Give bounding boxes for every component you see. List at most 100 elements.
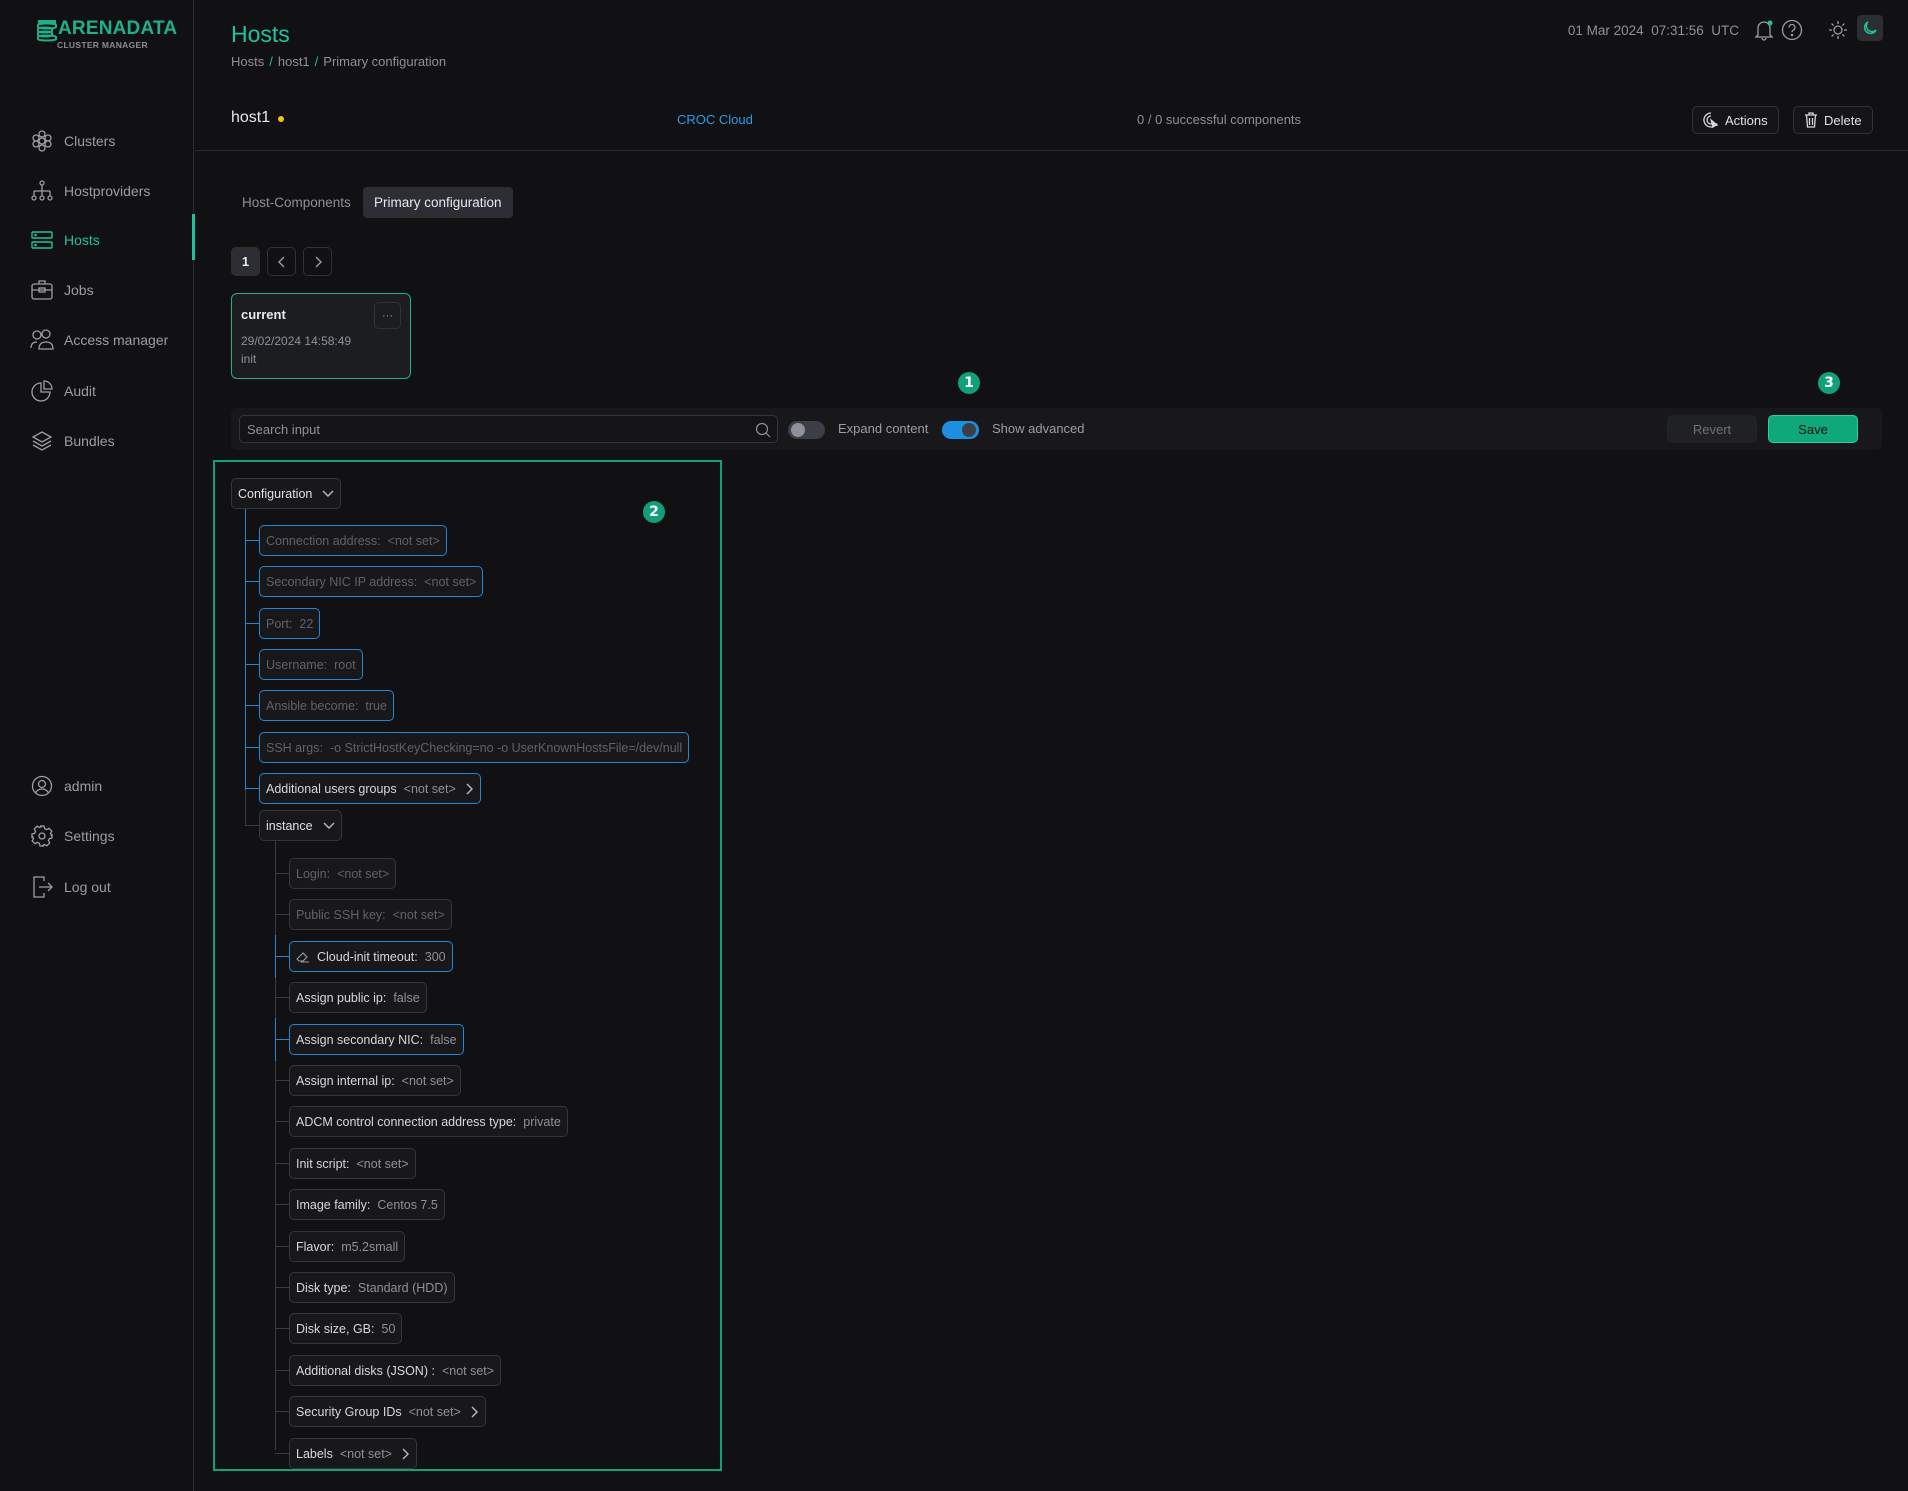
header-divider [195, 150, 1908, 151]
expand-content-toggle[interactable] [788, 421, 825, 439]
field-label: Username: [266, 657, 328, 672]
config-field-ansible-become[interactable]: Ansible become: true [259, 690, 394, 721]
actions-button[interactable]: Actions [1692, 106, 1779, 134]
sidebar-item-label: Hosts [64, 232, 100, 248]
config-version-card[interactable]: current 29/02/2024 14:58:49 init ··· [231, 293, 411, 379]
host-name-text: host1 [231, 109, 271, 126]
sidebar-item-audit[interactable]: Audit [0, 373, 194, 409]
prev-page-button[interactable] [267, 247, 296, 276]
search-input[interactable] [240, 416, 777, 442]
more-options-button[interactable]: ··· [374, 302, 401, 329]
field-value: <not set> [392, 907, 445, 922]
hostprovider-link[interactable]: CROC Cloud [677, 112, 753, 127]
sidebar-item-bundles[interactable]: Bundles [0, 423, 194, 459]
sidebar-item-hosts[interactable]: Hosts [0, 214, 195, 260]
config-field-public-ssh-key[interactable]: Public SSH key: <not set> [289, 899, 452, 930]
sidebar-item-jobs[interactable]: Jobs [0, 272, 194, 308]
breadcrumb: Hosts / host1 / Primary configuration [231, 54, 446, 69]
sidebar-item-label: Bundles [64, 433, 115, 449]
config-field-login[interactable]: Login: <not set> [289, 858, 397, 889]
field-label: Ansible become: [266, 698, 359, 713]
config-field-port[interactable]: Port: 22 [259, 608, 321, 639]
config-field-connection-address[interactable]: Connection address: <not set> [259, 525, 447, 556]
field-value: <not set> [339, 1446, 392, 1461]
config-field-ssh-args[interactable]: SSH args: -o StrictHostKeyChecking=no -o … [259, 732, 690, 763]
search-field [239, 415, 778, 443]
jobs-icon [30, 278, 54, 302]
tree-connector [275, 956, 290, 957]
config-field-additional-disks[interactable]: Additional disks (JSON) : <not set> [289, 1355, 502, 1386]
field-label: Disk size, GB: [296, 1321, 375, 1336]
toggle-knob [962, 423, 976, 437]
hosts-icon [30, 228, 54, 252]
sidebar-item-access-manager[interactable]: Access manager [0, 322, 194, 358]
eraser-icon[interactable] [296, 951, 310, 963]
config-field-assign-public-ip[interactable]: Assign public ip: false [289, 982, 427, 1013]
dark-theme-button[interactable] [1857, 15, 1883, 41]
help-icon[interactable] [1780, 18, 1804, 42]
config-field-disk-type[interactable]: Disk type: Standard (HDD) [289, 1272, 455, 1303]
sidebar-item-logout[interactable]: Log out [0, 869, 194, 905]
logo[interactable]: ARENADATA CLUSTER MANAGER [36, 16, 177, 52]
tree-connector [275, 1411, 290, 1412]
actions-icon [1703, 112, 1719, 128]
sidebar-item-label: Log out [64, 879, 111, 895]
config-field-assign-internal-ip[interactable]: Assign internal ip: <not set> [289, 1065, 461, 1096]
field-value: <not set> [337, 866, 390, 881]
config-group-configuration[interactable]: Configuration [231, 478, 342, 509]
config-field-secondary-nic-ip[interactable]: Secondary NIC IP address: <not set> [259, 566, 484, 597]
show-advanced-toggle[interactable] [942, 421, 979, 439]
chevron-down-icon [323, 822, 335, 830]
field-value: 300 [424, 949, 446, 964]
logo-subtext: CLUSTER MANAGER [57, 40, 148, 50]
sidebar-item-admin[interactable]: admin [0, 768, 194, 804]
breadcrumb-host1[interactable]: host1 [278, 54, 310, 69]
logout-icon [30, 875, 54, 899]
sidebar-item-label: admin [64, 778, 103, 794]
bell-icon[interactable] [1752, 18, 1776, 42]
config-field-username[interactable]: Username: root [259, 649, 363, 680]
chevron-right-icon [471, 1406, 479, 1418]
config-toolbar: Expand content Show advanced Revert Save [231, 408, 1882, 450]
config-field-init-script[interactable]: Init script: <not set> [289, 1148, 416, 1179]
save-button[interactable]: Save [1768, 415, 1858, 443]
sidebar-item-hostproviders[interactable]: Hostproviders [0, 173, 194, 209]
tree-connector [245, 581, 260, 582]
config-group-instance[interactable]: instance [259, 810, 342, 841]
config-field-additional-users-groups[interactable]: Additional users groups <not set> [259, 773, 481, 804]
field-value: true [365, 698, 387, 713]
field-value: <not set> [401, 1073, 454, 1088]
tab-host-components[interactable]: Host-Components [231, 187, 362, 218]
light-theme-icon[interactable] [1826, 18, 1850, 42]
revert-button[interactable]: Revert [1667, 415, 1757, 443]
tree-connector [275, 1328, 290, 1329]
field-label: Secondary NIC IP address: [266, 574, 418, 589]
next-page-button[interactable] [303, 247, 332, 276]
field-label: Assign public ip: [296, 990, 387, 1005]
config-field-security-group-ids[interactable]: Security Group IDs <not set> [289, 1396, 486, 1427]
tree-connector [275, 1453, 290, 1454]
config-field-disk-size[interactable]: Disk size, GB: 50 [289, 1313, 403, 1344]
chevron-down-icon [322, 490, 334, 498]
sidebar: ARENADATA CLUSTER MANAGER Clusters Hostp… [0, 0, 195, 1491]
config-field-labels[interactable]: Labels <not set> [289, 1438, 417, 1469]
field-label: ADCM control connection address type: [296, 1114, 517, 1129]
search-icon[interactable] [755, 422, 771, 438]
config-field-image-family[interactable]: Image family: Centos 7.5 [289, 1189, 445, 1220]
tree-connector [245, 705, 260, 706]
config-field-assign-secondary-nic[interactable]: Assign secondary NIC: false [289, 1024, 464, 1055]
sidebar-item-settings[interactable]: Settings [0, 818, 194, 854]
tab-primary-configuration[interactable]: Primary configuration [363, 187, 513, 218]
config-field-flavor[interactable]: Flavor: m5.2small [289, 1231, 406, 1262]
delete-button[interactable]: Delete [1793, 106, 1873, 134]
config-field-adcm-control-connection-address-type[interactable]: ADCM control connection address type: pri… [289, 1106, 568, 1137]
audit-icon [30, 379, 54, 403]
chevron-left-icon [277, 256, 284, 267]
breadcrumb-hosts[interactable]: Hosts [231, 54, 264, 69]
field-label: Login: [296, 866, 331, 881]
logo-text: ARENADATA [58, 18, 178, 39]
sidebar-item-clusters[interactable]: Clusters [0, 123, 194, 159]
page-1-button[interactable]: 1 [231, 247, 260, 276]
config-field-cloud-init-timeout[interactable]: Cloud-init timeout: 300 [289, 941, 453, 972]
trash-icon [1805, 112, 1817, 128]
